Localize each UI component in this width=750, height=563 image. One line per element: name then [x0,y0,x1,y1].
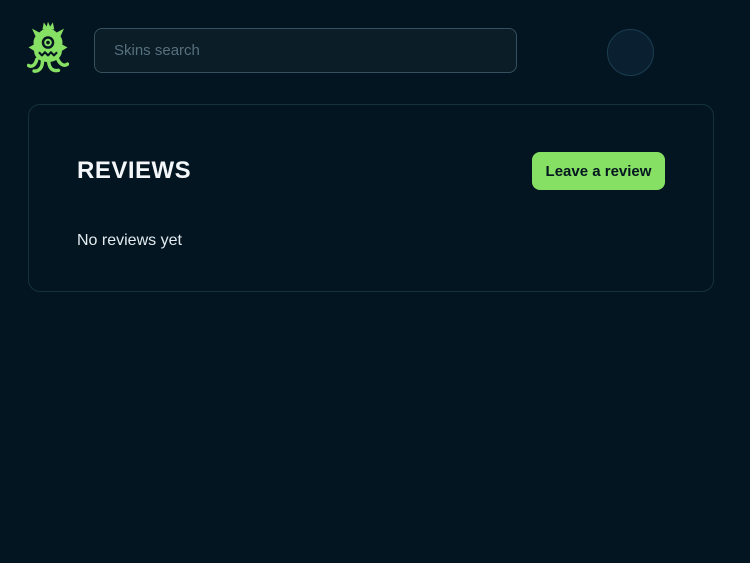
reviews-card-header: REVIEWS Leave a review [77,152,665,190]
no-reviews-message: No reviews yet [77,232,182,249]
site-logo[interactable] [27,21,69,78]
reviews-title: REVIEWS [77,157,192,184]
skins-search-input[interactable] [94,28,517,73]
reviews-card: REVIEWS Leave a review No reviews yet [28,104,714,292]
leave-review-button[interactable]: Leave a review [532,152,665,190]
top-header [0,0,750,103]
monster-crown-logo-icon [27,21,69,78]
user-avatar[interactable] [607,29,654,76]
